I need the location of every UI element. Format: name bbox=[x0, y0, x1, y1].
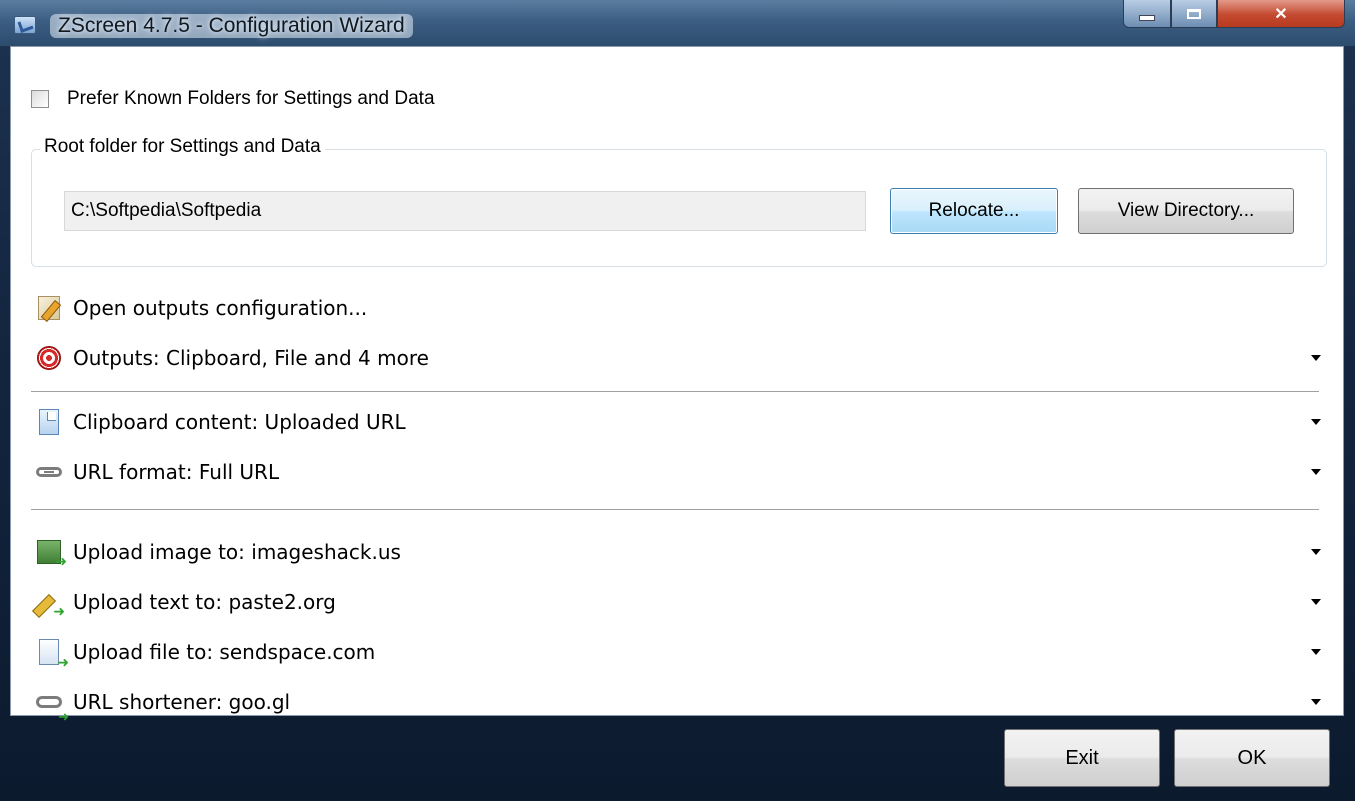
upload-text-label: Upload text to: paste2.org bbox=[73, 590, 336, 614]
target-icon bbox=[35, 344, 63, 372]
chevron-down-icon[interactable] bbox=[1311, 549, 1321, 555]
url-shortener-label: URL shortener: goo.gl bbox=[73, 690, 291, 714]
open-outputs-label: Open outputs configuration... bbox=[73, 296, 368, 320]
maximize-button[interactable] bbox=[1171, 0, 1217, 28]
chevron-down-icon[interactable] bbox=[1311, 649, 1321, 655]
open-outputs-configuration-link[interactable]: Open outputs configuration... bbox=[31, 285, 1327, 331]
upload-text-dropdown[interactable]: Upload text to: paste2.org bbox=[31, 579, 1327, 625]
close-button[interactable]: ✕ bbox=[1217, 0, 1345, 28]
upload-file-label: Upload file to: sendspace.com bbox=[73, 640, 376, 664]
root-folder-group: Root folder for Settings and Data C:\Sof… bbox=[31, 136, 1327, 267]
text-upload-icon bbox=[35, 588, 63, 616]
chevron-down-icon[interactable] bbox=[1311, 699, 1321, 705]
chevron-down-icon[interactable] bbox=[1311, 355, 1321, 361]
url-shortener-dropdown[interactable]: URL shortener: goo.gl bbox=[31, 679, 1327, 725]
file-upload-icon bbox=[35, 638, 63, 666]
url-format-label: URL format: Full URL bbox=[73, 460, 280, 484]
separator bbox=[31, 391, 1319, 393]
clipboard-icon bbox=[35, 408, 63, 436]
prefer-known-folders-label[interactable]: Prefer Known Folders for Settings and Da… bbox=[67, 88, 435, 110]
outputs-dropdown[interactable]: Outputs: Clipboard, File and 4 more bbox=[31, 335, 1327, 381]
edit-doc-icon bbox=[35, 294, 63, 322]
separator bbox=[31, 509, 1319, 511]
chevron-down-icon[interactable] bbox=[1311, 419, 1321, 425]
maximize-icon bbox=[1187, 8, 1201, 19]
view-directory-button[interactable]: View Directory... bbox=[1078, 188, 1294, 234]
window-title: ZScreen 4.7.5 - Configuration Wizard bbox=[50, 14, 413, 38]
root-folder-group-label: Root folder for Settings and Data bbox=[40, 136, 325, 158]
prefer-known-folders-checkbox[interactable] bbox=[31, 90, 49, 108]
ok-button[interactable]: OK bbox=[1174, 729, 1330, 787]
upload-image-label: Upload image to: imageshack.us bbox=[73, 540, 401, 564]
app-icon[interactable] bbox=[14, 16, 36, 34]
wizard-window: ZScreen 4.7.5 - Configuration Wizard ✕ P… bbox=[0, 0, 1355, 801]
minimize-button[interactable] bbox=[1123, 0, 1171, 28]
wizard-content: Prefer Known Folders for Settings and Da… bbox=[10, 46, 1344, 716]
root-folder-path-field[interactable]: C:\Softpedia\Softpedia bbox=[64, 191, 866, 231]
prefer-known-folders-row[interactable]: Prefer Known Folders for Settings and Da… bbox=[31, 87, 435, 111]
chevron-down-icon[interactable] bbox=[1311, 599, 1321, 605]
clipboard-content-dropdown[interactable]: Clipboard content: Uploaded URL bbox=[31, 399, 1327, 445]
close-icon: ✕ bbox=[1274, 5, 1288, 23]
outputs-label: Outputs: Clipboard, File and 4 more bbox=[73, 346, 429, 370]
title-bar[interactable]: ZScreen 4.7.5 - Configuration Wizard ✕ bbox=[0, 0, 1355, 46]
window-controls: ✕ bbox=[1123, 0, 1345, 30]
link-icon bbox=[35, 458, 63, 486]
exit-button[interactable]: Exit bbox=[1004, 729, 1160, 787]
upload-image-dropdown[interactable]: Upload image to: imageshack.us bbox=[31, 529, 1327, 575]
url-format-dropdown[interactable]: URL format: Full URL bbox=[31, 449, 1327, 495]
link-shorten-icon bbox=[35, 688, 63, 716]
relocate-button[interactable]: Relocate... bbox=[890, 188, 1058, 234]
chevron-down-icon[interactable] bbox=[1311, 469, 1321, 475]
minimize-icon bbox=[1139, 14, 1155, 21]
image-upload-icon bbox=[35, 538, 63, 566]
upload-file-dropdown[interactable]: Upload file to: sendspace.com bbox=[31, 629, 1327, 675]
clipboard-content-label: Clipboard content: Uploaded URL bbox=[73, 410, 406, 434]
